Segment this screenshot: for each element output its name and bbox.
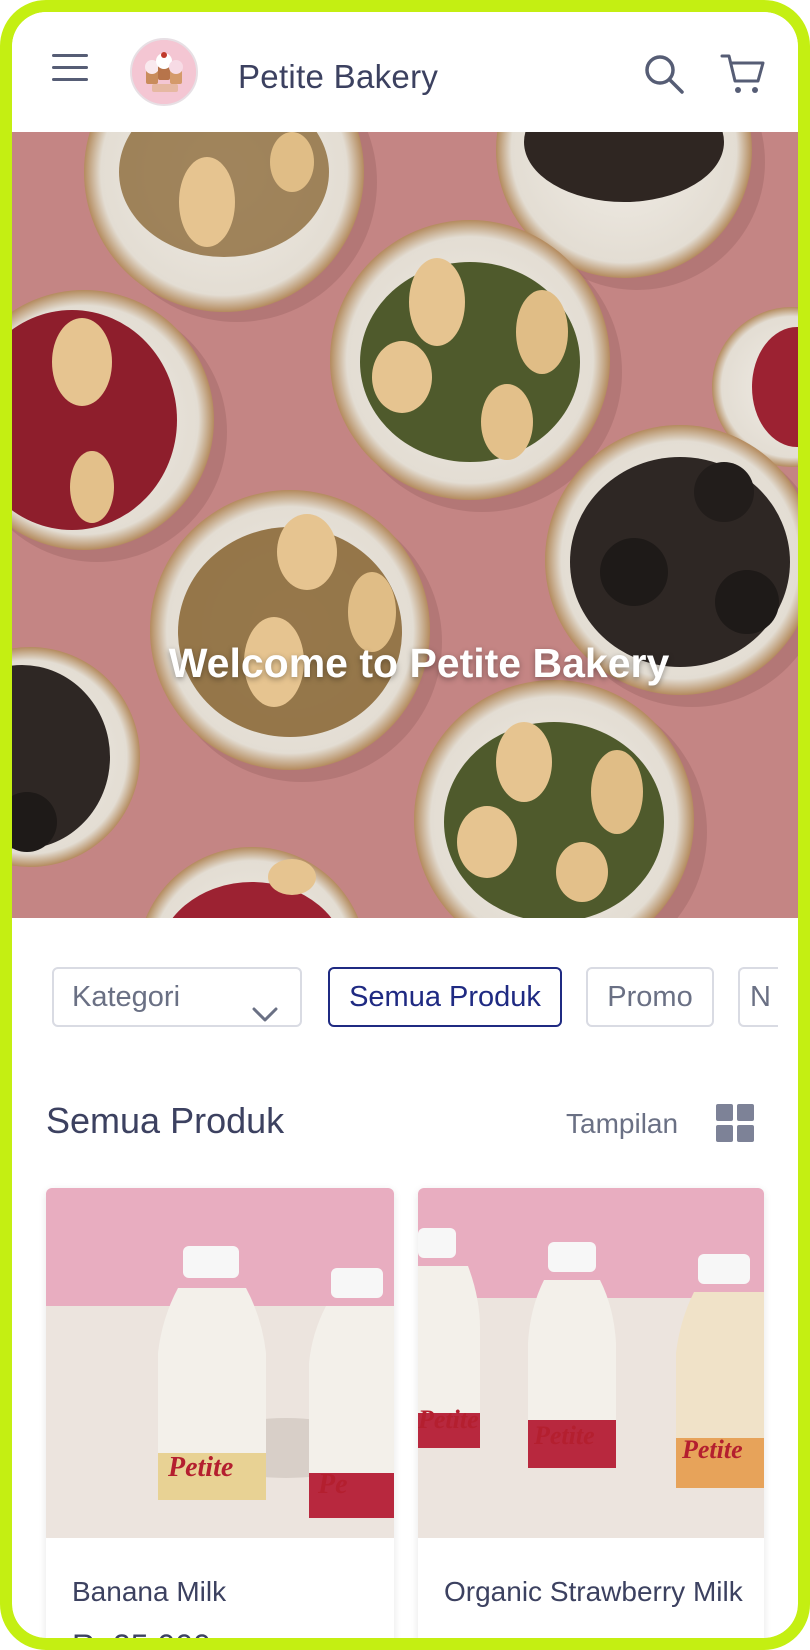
product-card[interactable]: Petite Petite Petite Organic Strawberry … [418,1188,764,1638]
cart-icon[interactable] [720,52,766,96]
device-frame: Petite Bakery Welcome to Petite Bakery K… [0,0,810,1650]
chevron-down-icon [252,987,278,1022]
view-label: Tampilan [566,1108,679,1139]
brand-name[interactable]: Petite Bakery [238,58,438,96]
chip-promo[interactable]: Promo [586,967,714,1027]
hero-banner[interactable]: Welcome to Petite Bakery [12,132,798,918]
svg-text:Pe: Pe [317,1469,348,1500]
brand-logo[interactable] [130,38,198,106]
hero-title: Welcome to Petite Bakery [168,640,670,686]
chip-all-products[interactable]: Semua Produk [328,967,562,1027]
filter-bar: Kategori Semua Produk Promo N [12,967,798,1037]
product-name: Organic Strawberry Milk [444,1576,743,1607]
svg-text:Petite: Petite [681,1435,743,1464]
product-card[interactable]: Petite Pe Banana Milk Rp25.000 [46,1188,394,1638]
chip-next[interactable]: N [738,967,778,1027]
hero-image [12,132,798,918]
svg-text:Petite: Petite [418,1405,479,1434]
product-image[interactable]: Petite Petite Petite [418,1188,764,1538]
product-price: Rp25.000 [72,1628,211,1638]
svg-text:Petite: Petite [533,1421,595,1450]
product-image[interactable]: Petite Pe [46,1188,394,1538]
menu-icon[interactable] [52,54,88,84]
category-dropdown[interactable]: Kategori [52,967,302,1027]
product-name: Banana Milk [72,1576,227,1607]
section-title: Semua Produk [46,1100,285,1141]
search-icon[interactable] [642,52,686,96]
grid-view-icon[interactable] [716,1104,754,1142]
app-header: Petite Bakery [12,12,798,133]
svg-text:Petite: Petite [167,1452,233,1483]
category-label: Kategori [72,981,181,1013]
app-screen: Petite Bakery Welcome to Petite Bakery K… [12,12,798,1638]
